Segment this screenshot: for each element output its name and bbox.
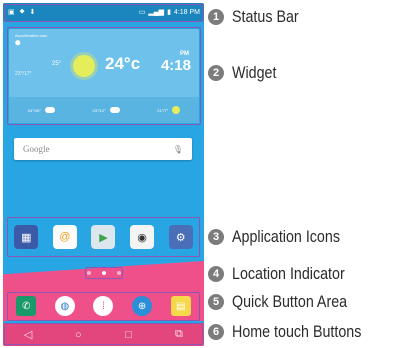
callout-quick-button-area: 5 Quick Button Area (208, 292, 369, 312)
callout-label: Location Indicator (232, 264, 345, 283)
callout-widget: 2 Widget (208, 63, 285, 83)
callout-number: 4 (208, 266, 224, 282)
callout-label: Status Bar (232, 7, 299, 26)
callout-status-bar: 1 Status Bar (208, 7, 311, 27)
quick-button-highlight (7, 292, 200, 321)
callout-label: Quick Button Area (232, 292, 348, 311)
callout-application-icons: 3 Application Icons (208, 227, 361, 247)
callout-location-indicator: 4 Location Indicator (208, 264, 366, 284)
callout-number: 3 (208, 229, 224, 245)
status-bar-highlight (4, 4, 203, 22)
callout-label: Application Icons (232, 227, 340, 246)
google-logo: Google (23, 144, 50, 154)
callout-number: 5 (208, 294, 224, 310)
phone-screen: ▣ ⬥ ⬇ ▭ ▂▄▆ ▮ 4:18 PM AccuWeather.com ⬤ … (3, 3, 204, 346)
callout-label: Home touch Buttons (232, 322, 362, 341)
callout-label: Widget (232, 63, 277, 82)
callout-number: 1 (208, 9, 224, 25)
app-icons-highlight (7, 217, 200, 257)
callout-number: 6 (208, 324, 224, 340)
callout-home-touch-buttons: 6 Home touch Buttons (208, 322, 386, 342)
location-indicator-highlight (85, 267, 123, 279)
google-search-bar[interactable]: Google 🎙 (14, 138, 192, 160)
home-buttons-highlight (4, 323, 203, 345)
microphone-icon[interactable]: 🎙 (173, 145, 192, 154)
widget-highlight (7, 27, 201, 125)
callout-number: 2 (208, 65, 224, 81)
